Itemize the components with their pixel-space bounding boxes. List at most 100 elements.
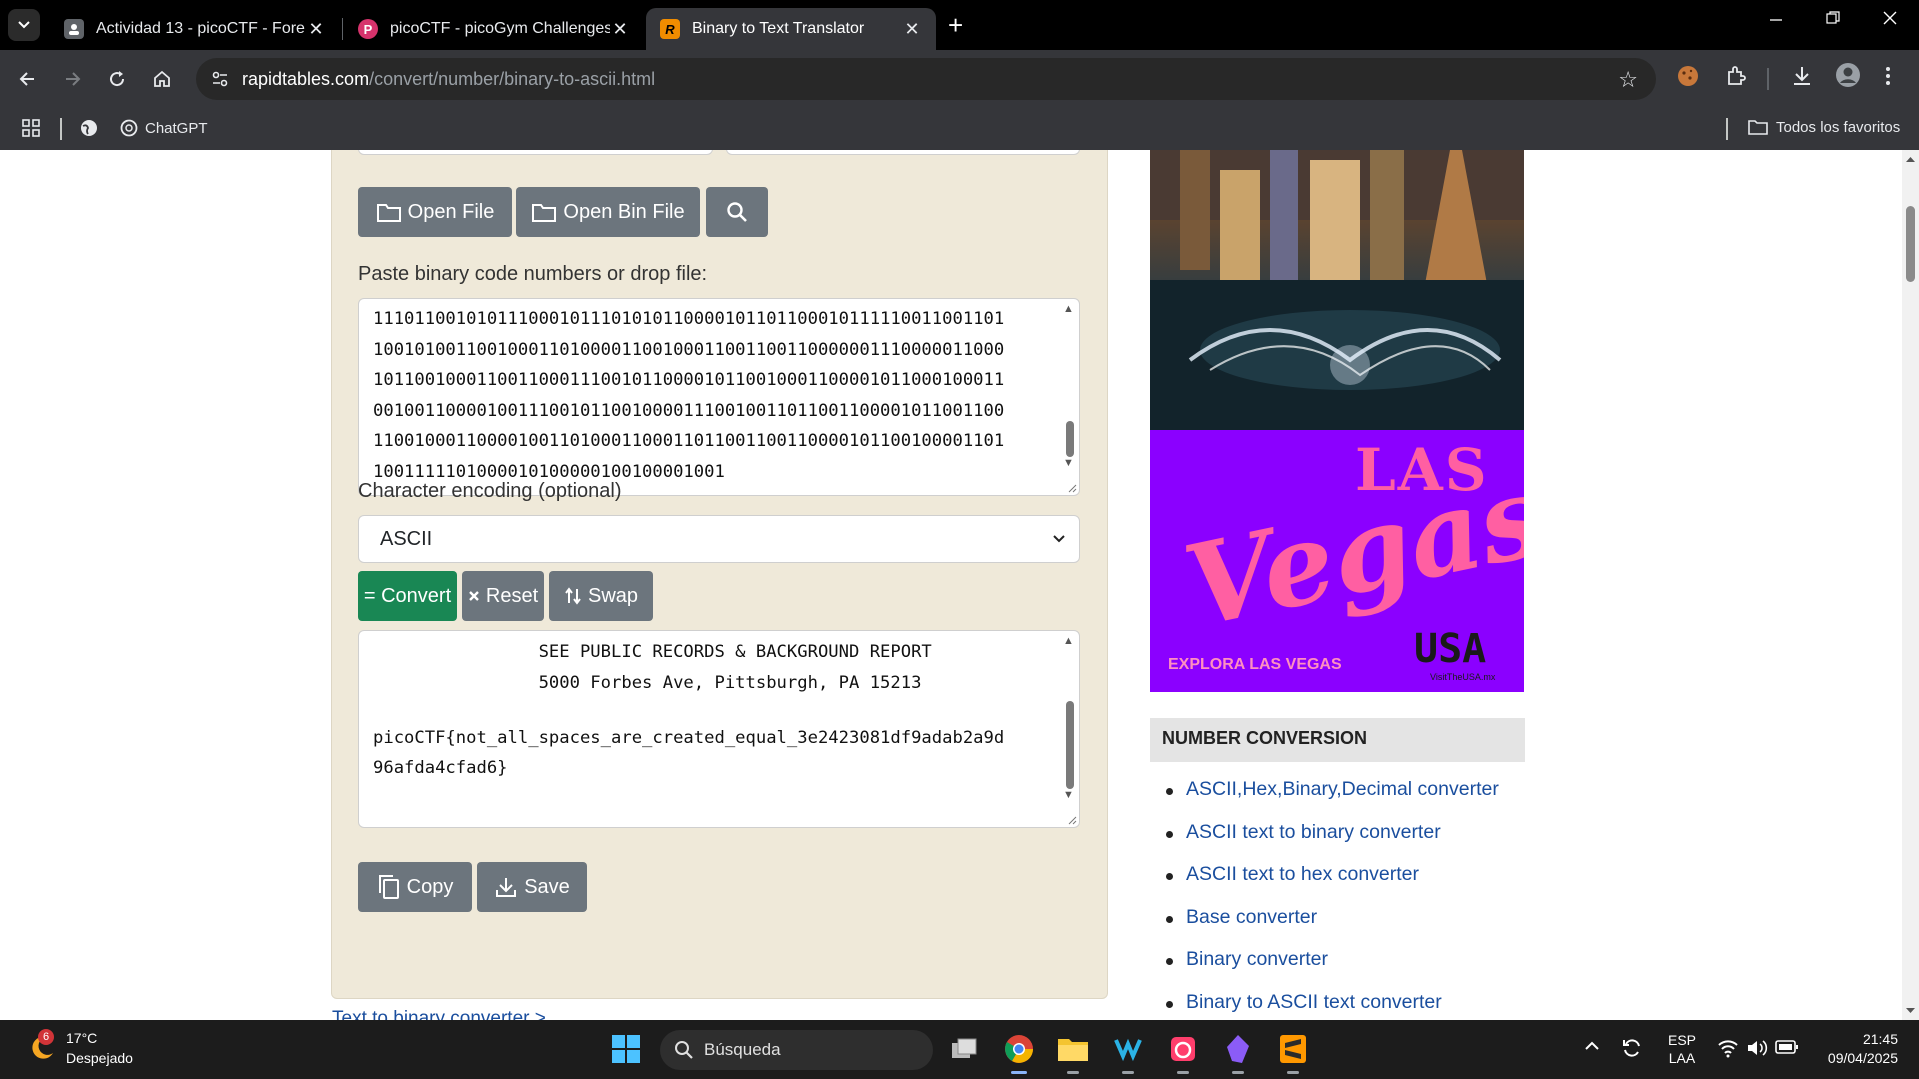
binary-input-textarea[interactable]: 1110110010101110001011101010110000101101… [358,298,1080,496]
download-icon [496,878,517,897]
chevron-down-icon [1053,535,1065,543]
profile-avatar[interactable] [1835,62,1861,93]
close-tab-icon[interactable]: ✕ [306,19,326,40]
close-tab-icon[interactable]: ✕ [610,19,630,40]
downloads-icon[interactable] [1790,64,1814,93]
input-label: Paste binary code numbers or drop file: [358,263,708,285]
home-button[interactable] [147,64,177,94]
clock-time: 21:45 [1862,1031,1898,1047]
scrollbar-thumb[interactable] [1066,701,1074,789]
bookmark-label: Todos los favoritos [1776,118,1901,136]
sidebar-link[interactable]: ASCII,Hex,Binary,Decimal converter [1166,778,1499,821]
sync-icon[interactable] [1620,1036,1644,1063]
swap-button[interactable]: Swap [549,571,653,621]
windows-taskbar: 6 17°C Despejado Búsqueda ESP LAA 21:45 … [0,1020,1919,1079]
volume-icon[interactable] [1746,1038,1768,1061]
apps-grid-icon[interactable] [21,118,41,138]
resize-grip-icon[interactable] [1067,483,1077,493]
menu-kebab-icon[interactable] [1884,64,1892,93]
close-tab-icon[interactable]: ✕ [902,19,922,40]
text-line: 0010011000010011100101100100001110010011… [373,400,1005,421]
close-icon [469,591,479,601]
back-button[interactable] [12,64,42,94]
taskbar-search[interactable]: Búsqueda [660,1030,933,1070]
input-scrollbar[interactable]: ▲ ▼ [1061,303,1077,473]
text-line: 1100100011000010011010001100011011001100… [373,431,1005,451]
page-scrollbar[interactable] [1902,150,1919,1020]
ide-app[interactable] [1166,1032,1200,1074]
output-scrollbar[interactable]: ▲ ▼ [1061,635,1077,805]
sidebar-link[interactable]: Binary to ASCII text converter [1166,991,1499,1021]
sidebar-link[interactable]: ASCII text to binary converter [1166,821,1499,864]
file-explorer-app[interactable] [1056,1032,1090,1074]
weather-condition: Despejado [66,1050,133,1066]
weather-widget[interactable]: 6 17°C Despejado [26,1028,133,1068]
bookmark-star-icon[interactable]: ☆ [1618,67,1638,93]
url-text[interactable]: rapidtables.com/convert/number/binary-to… [242,69,655,90]
clock[interactable]: 21:45 09/04/2025 [1818,1030,1898,1068]
scrollbar-thumb[interactable] [1906,206,1915,282]
bookmark-chatgpt[interactable]: ChatGPT [119,118,208,138]
sublime-app[interactable] [1276,1032,1310,1074]
wifi-icon[interactable] [1717,1038,1739,1061]
url-path: /convert/number/binary-to-ascii.html [369,69,656,89]
new-tab-button[interactable]: + [948,12,963,38]
text-output-textarea[interactable]: SEE PUBLIC RECORDS & BACKGROUND REPORT 5… [358,630,1080,828]
tab-search-button[interactable] [8,9,40,41]
scroll-up-icon[interactable] [1902,153,1919,165]
address-bar[interactable]: rapidtables.com/convert/number/binary-to… [196,58,1656,100]
copy-button[interactable]: Copy [358,862,472,912]
globe-icon[interactable] [79,118,99,138]
sidebar-link[interactable]: Binary converter [1166,948,1499,991]
tab-title: Actividad 13 - picoCTF - Forens [96,20,306,37]
ad-las-vegas-photo[interactable] [1150,150,1524,430]
save-button[interactable]: Save [477,862,587,912]
text-line: 1110110010101110001011101010110000101101… [373,309,1005,329]
sidebar-link[interactable]: Base converter [1166,906,1499,949]
swap-icon [565,587,581,605]
tray-overflow-icon[interactable] [1584,1038,1600,1055]
open-bin-file-button[interactable]: Open Bin File [516,187,700,237]
task-view-icon [952,1038,977,1058]
tab-actividad[interactable]: Actividad 13 - picoCTF - Forens ✕ [50,8,340,50]
reset-button[interactable]: Reset [462,571,544,621]
chrome-taskbar-app[interactable] [1002,1032,1036,1074]
bookmark-all-favorites[interactable]: Todos los favoritos [1748,118,1900,136]
ad-las-vegas-banner[interactable]: LAS Vegas USA EXPLORA LAS VEGAS VisitThe… [1150,430,1524,692]
open-file-label: Open File [407,200,495,223]
encoding-select[interactable]: ASCII [358,515,1080,563]
vscode-like-app[interactable] [1111,1032,1145,1074]
url-host: rapidtables.com [242,69,370,89]
ad-headline-large: Vegas [1174,449,1524,654]
reload-button[interactable] [102,64,132,94]
search-button[interactable] [706,187,768,237]
forward-button[interactable] [58,64,88,94]
scroll-down-icon[interactable] [1902,1005,1919,1017]
text-to-binary-link[interactable]: Text to binary converter > [332,1008,546,1020]
tab-binary-translator[interactable]: R Binary to Text Translator ✕ [646,8,936,50]
text-line: SEE PUBLIC RECORDS & BACKGROUND REPORT [373,642,932,662]
tab-picogym[interactable]: P picoCTF - picoGym Challenges ✕ [344,8,644,50]
open-file-button[interactable]: Open File [358,187,512,237]
close-window-button[interactable] [1882,10,1898,31]
site-settings-icon[interactable] [210,69,230,89]
bookmark-divider [1726,118,1728,140]
copy-label: Copy [406,875,454,898]
obsidian-app[interactable] [1221,1032,1255,1074]
cookie-extension-icon[interactable] [1676,64,1700,93]
convert-button[interactable]: = Convert [358,571,457,621]
restore-button[interactable] [1825,10,1841,31]
to-select[interactable] [726,150,1080,155]
task-view-button[interactable] [947,1032,981,1066]
from-select[interactable] [358,150,713,155]
start-button[interactable] [609,1032,643,1066]
battery-icon[interactable] [1775,1039,1799,1058]
scrollbar-thumb[interactable] [1066,421,1074,457]
language-indicator[interactable]: ESP LAA [1668,1031,1696,1067]
extensions-icon[interactable] [1724,64,1748,93]
minimize-button[interactable] [1768,10,1784,31]
chatgpt-icon [120,119,138,137]
sidebar-link[interactable]: ASCII text to hex converter [1166,863,1499,906]
resize-grip-icon[interactable] [1067,815,1077,825]
ad-brand-usa: USA [1414,626,1487,672]
